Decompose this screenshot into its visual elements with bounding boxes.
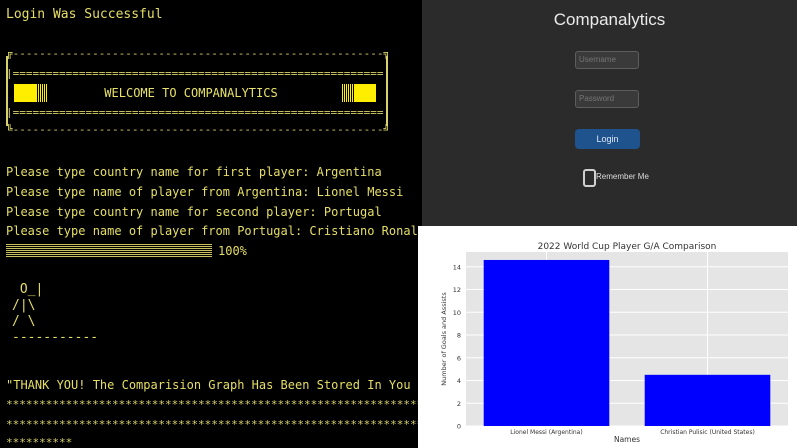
- y-tick-label: 0: [457, 423, 461, 431]
- prompt-line: Please type name of player from Argentin…: [6, 185, 404, 199]
- y-tick-label: 6: [457, 354, 461, 362]
- banner-top-border: ╔---------------------------------------…: [6, 48, 388, 59]
- star-divider: ****************************************…: [6, 418, 422, 431]
- prompt-line: Please type country name for first playe…: [6, 165, 382, 179]
- bar: [644, 374, 771, 426]
- stickman-art: O_| /|\ / \ -----------: [12, 282, 99, 345]
- banner-right-border: [386, 56, 388, 126]
- star-divider: ****************************************…: [6, 398, 422, 411]
- bar: [483, 259, 610, 426]
- y-tick-label: 8: [457, 332, 461, 340]
- banner-double-line: |=======================================…: [6, 68, 388, 79]
- x-tick-label: Christian Pulisic (United States): [660, 429, 755, 436]
- remember-me-checkbox[interactable]: [583, 169, 596, 187]
- login-window: Companalytics Login Remember Me: [422, 0, 797, 226]
- username-input[interactable]: [575, 51, 639, 69]
- y-axis-label: Number of Goals and Assists: [440, 292, 448, 386]
- thank-you-message: "THANK YOU! The Comparision Graph Has Be…: [6, 378, 422, 392]
- star-divider: **********: [6, 436, 73, 448]
- progress-percent: 100%: [218, 244, 247, 258]
- password-input[interactable]: [575, 90, 639, 108]
- comparison-chart: 0 2 4 6 8 10 12 14 Lionel Messi (Argentina) Chris…: [418, 226, 797, 448]
- y-tick-label: 12: [453, 286, 461, 294]
- y-tick-label: 14: [453, 263, 461, 271]
- login-success-message: Login Was Successful: [6, 7, 163, 22]
- x-axis-label: Names: [614, 435, 640, 444]
- chart-title: 2022 World Cup Player G/A Comparison: [538, 242, 717, 252]
- prompt-line: Please type country name for second play…: [6, 205, 382, 219]
- terminal-window: Login Was Successful ╔------------------…: [0, 0, 422, 448]
- y-tick-label: 10: [453, 309, 461, 317]
- bar-chart: 0 2 4 6 8 10 12 14 Lionel Messi (Argentina) Chris…: [440, 242, 788, 444]
- remember-me-label: Remember Me: [596, 172, 649, 181]
- login-button[interactable]: Login: [575, 129, 640, 149]
- y-tick-label: 2: [457, 400, 461, 408]
- prompt-line: Please type name of player from Portugal…: [6, 224, 422, 238]
- app-title: Companalytics: [553, 10, 666, 29]
- welcome-text: WELCOME TO COMPANALYTICS: [104, 86, 278, 100]
- banner-bottom-border: ╚---------------------------------------…: [6, 124, 388, 135]
- y-tick-label: 4: [457, 377, 461, 385]
- progress-bar: [6, 243, 212, 257]
- x-tick-label: Lionel Messi (Argentina): [510, 429, 582, 436]
- banner-double-line: |=======================================…: [6, 107, 388, 118]
